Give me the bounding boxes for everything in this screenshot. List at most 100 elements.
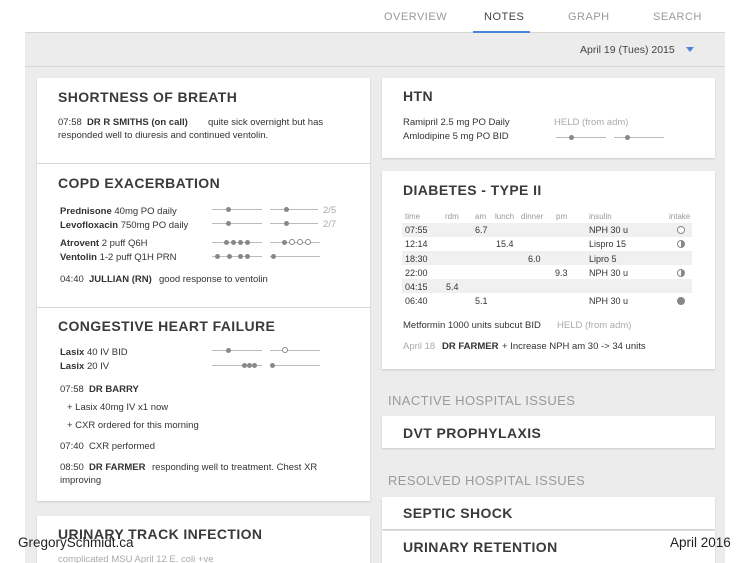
table-cell: 5.4: [446, 282, 459, 292]
table-row-band: [402, 223, 692, 237]
med-row[interactable]: Levofloxacin 750mg PO daily: [60, 220, 188, 231]
med-row[interactable]: Ventolin 1-2 puff Q1H PRN: [60, 252, 177, 263]
tab-overview[interactable]: OVERVIEW: [384, 11, 447, 23]
table-cell: 18:30: [405, 254, 428, 264]
dose-track: [556, 137, 606, 138]
dose-dot: [271, 254, 276, 259]
problem-title-septic[interactable]: SEPTIC SHOCK: [403, 505, 513, 521]
table-cell: 9.3: [555, 268, 568, 278]
table-cell: NPH 30 u: [589, 268, 629, 278]
divider: [37, 307, 370, 308]
dose-track: [212, 242, 262, 243]
dose-track: [270, 365, 320, 366]
date-selector[interactable]: April 19 (Tues) 2015: [580, 44, 675, 56]
dose-dot: [226, 348, 231, 353]
diabetes-card: DIABETES - TYPE II time rdm am lunch din…: [382, 171, 715, 369]
top-nav: OVERVIEW NOTES GRAPH SEARCH: [25, 0, 725, 33]
dose-track: [270, 242, 320, 243]
watermark-left: GregorySchmidt.ca: [18, 535, 134, 550]
dose-track: [212, 350, 262, 351]
dose-dot: [226, 207, 231, 212]
table-cell: Lispro 15: [589, 239, 627, 249]
septic-card[interactable]: SEPTIC SHOCK: [382, 497, 715, 529]
column-header: am: [475, 212, 487, 221]
dose-count: 2/7: [323, 219, 337, 230]
dose-dot: [224, 240, 229, 245]
table-cell: 07:55: [405, 225, 428, 235]
note-text: + Lasix 40mg IV x1 now: [67, 402, 169, 413]
med-row[interactable]: Amlodipine 5 mg PO BID: [403, 131, 509, 142]
dose-dot: [252, 363, 257, 368]
table-cell: Lipro 5: [589, 254, 617, 264]
dose-track: [270, 256, 320, 257]
note-text: CXR performed: [89, 441, 155, 452]
held-status: HELD (from adm): [557, 320, 632, 331]
dvt-card[interactable]: DVT PROPHYLAXIS: [382, 416, 715, 448]
active-tab-indicator: [473, 31, 530, 33]
column-header: rdm: [445, 212, 459, 221]
table-row-band: [402, 251, 692, 265]
problems-card: SHORTNESS OF BREATH 07:58 DR R SMITHS (o…: [37, 78, 370, 501]
intake-half-icon: [677, 240, 685, 248]
date-bar: April 19 (Tues) 2015: [25, 34, 725, 67]
problem-title-retention[interactable]: URINARY RETENTION: [403, 539, 558, 555]
chevron-down-icon[interactable]: [686, 47, 694, 52]
note-author: DR R SMITHS (on call): [87, 117, 188, 128]
dose-dot: [625, 135, 630, 140]
table-cell: 04:15: [405, 282, 428, 292]
problem-title-dvt[interactable]: DVT PROPHYLAXIS: [403, 425, 541, 441]
note-text: quite sick overnight but has: [208, 117, 324, 128]
dose-track: [212, 209, 262, 210]
table-cell: 6.7: [475, 225, 488, 235]
med-row[interactable]: Atrovent 2 puff Q6H: [60, 238, 147, 249]
column-header: insulin: [589, 212, 612, 221]
note-time: 07:58: [58, 117, 82, 128]
dose-dot: [245, 254, 250, 259]
table-cell: 22:00: [405, 268, 428, 278]
column-header: dinner: [521, 212, 544, 221]
tab-graph[interactable]: GRAPH: [568, 11, 610, 23]
held-status: HELD (from adm): [554, 117, 629, 128]
note-author: DR FARMER: [442, 341, 499, 352]
column-header: time: [405, 212, 421, 221]
note-text: responded well to diuresis and continued…: [58, 130, 269, 141]
note-text: responding well to treatment. Chest XR: [152, 462, 318, 473]
column-header: lunch: [495, 212, 515, 221]
tab-notes[interactable]: NOTES: [484, 11, 524, 23]
tab-search[interactable]: SEARCH: [653, 11, 702, 23]
note-author: DR FARMER: [89, 462, 146, 473]
problem-title-copd[interactable]: COPD EXACERBATION: [58, 175, 220, 191]
note-author: JULLIAN (RN): [89, 274, 152, 285]
note-author: DR BARRY: [89, 384, 139, 395]
problem-title-chf[interactable]: CONGESTIVE HEART FAILURE: [58, 318, 275, 334]
note-time: 08:50: [60, 462, 84, 473]
note-text: + Increase NPH am 30 -> 34 units: [502, 341, 646, 352]
table-cell: 06:40: [405, 296, 428, 306]
dose-dot: [226, 221, 231, 226]
dose-track: [270, 209, 318, 210]
problem-title-htn[interactable]: HTN: [403, 88, 433, 104]
dose-track: [212, 223, 262, 224]
med-row[interactable]: Ramipril 2.5 mg PO Daily: [403, 117, 510, 128]
note-time: 07:58: [60, 384, 84, 395]
med-row[interactable]: Lasix 20 IV: [60, 361, 109, 372]
note-text: improving: [60, 475, 102, 486]
med-row[interactable]: Metformin 1000 units subcut BID: [403, 320, 541, 331]
dose-dot: [282, 240, 287, 245]
dose-dot: [245, 240, 250, 245]
dose-dot: [227, 254, 232, 259]
inactive-issues-heading: INACTIVE HOSPITAL ISSUES: [388, 393, 576, 408]
problem-title-diabetes[interactable]: DIABETES - TYPE II: [403, 182, 542, 198]
dose-count: 2/5: [323, 205, 337, 216]
retention-card[interactable]: URINARY RETENTION: [382, 531, 715, 563]
dose-track: [270, 350, 320, 351]
table-cell: 12:14: [405, 239, 428, 249]
problem-title-sob[interactable]: SHORTNESS OF BREATH: [58, 89, 237, 105]
intake-full-icon: [677, 297, 685, 305]
table-cell: 5.1: [475, 296, 488, 306]
med-row[interactable]: Prednisone 40mg PO daily: [60, 206, 177, 217]
watermark-right: April 2016: [670, 535, 731, 550]
dose-ring: [282, 347, 288, 353]
med-row[interactable]: Lasix 40 IV BID: [60, 347, 128, 358]
dose-track: [614, 137, 664, 138]
